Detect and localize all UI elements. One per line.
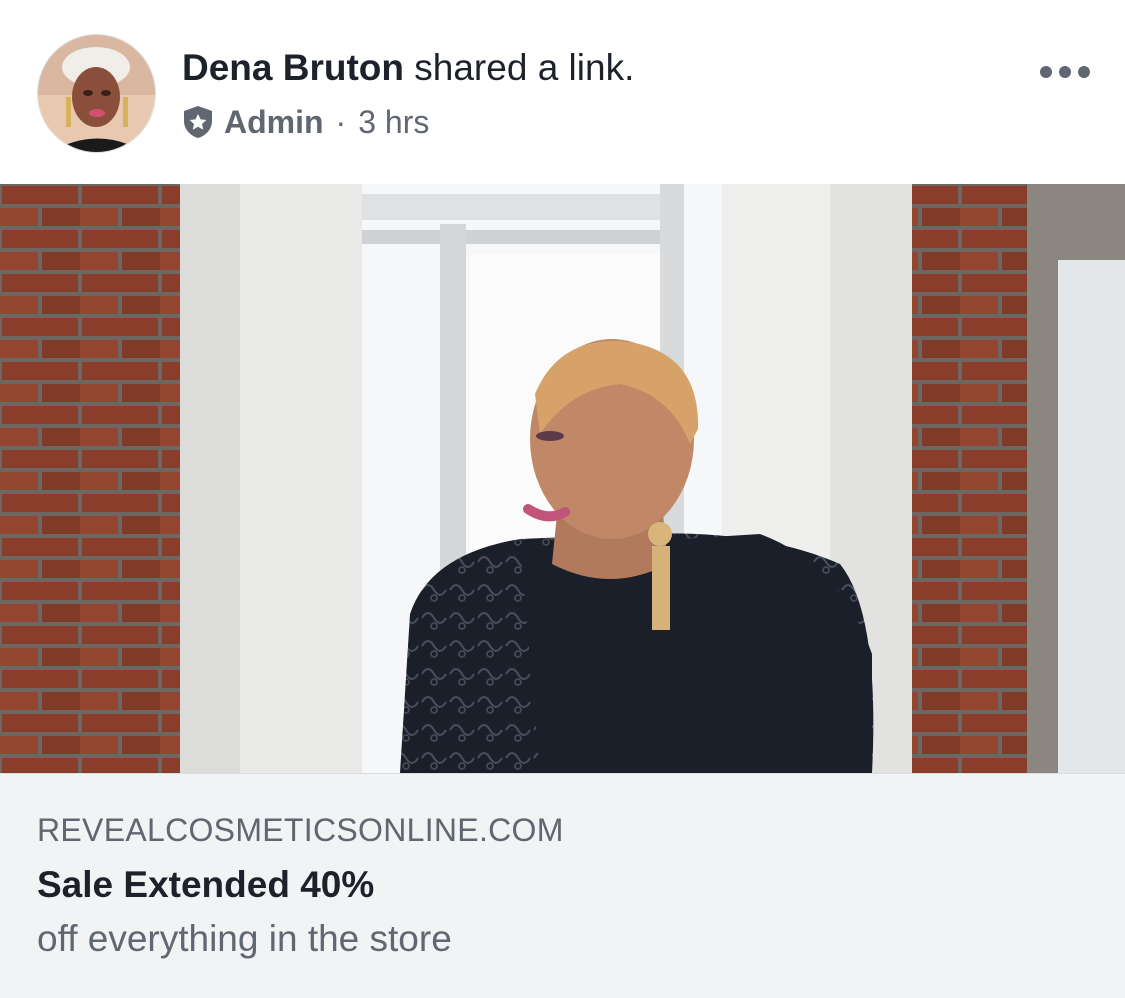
avatar-photo [38,35,155,152]
more-options-button[interactable] [1030,52,1100,92]
author-avatar[interactable] [37,34,156,153]
link-description: off everything in the store [37,918,452,959]
link-domain: REVEALCOSMETICSONLINE.COM [37,812,564,848]
post-meta: Admin · 3 hrs [182,100,429,144]
admin-shield-icon [182,105,214,139]
post-action-text: shared a link. [404,47,635,88]
author-name[interactable]: Dena Bruton [182,47,404,88]
role-label: Admin [224,103,324,140]
post-author-line: Dena Bruton shared a link. [182,44,634,92]
post-header: Dena Bruton shared a link. Admin · 3 hrs [0,0,1125,184]
link-title[interactable]: Sale Extended 40% [37,864,374,906]
meta-separator: · [335,103,347,140]
post-timestamp[interactable]: 3 hrs [358,104,429,141]
more-horizontal-icon [1040,66,1090,78]
link-preview-image[interactable] [0,184,1125,773]
feed-post: Dena Bruton shared a link. Admin · 3 hrs [0,0,1125,998]
link-image-photo [0,184,1125,773]
